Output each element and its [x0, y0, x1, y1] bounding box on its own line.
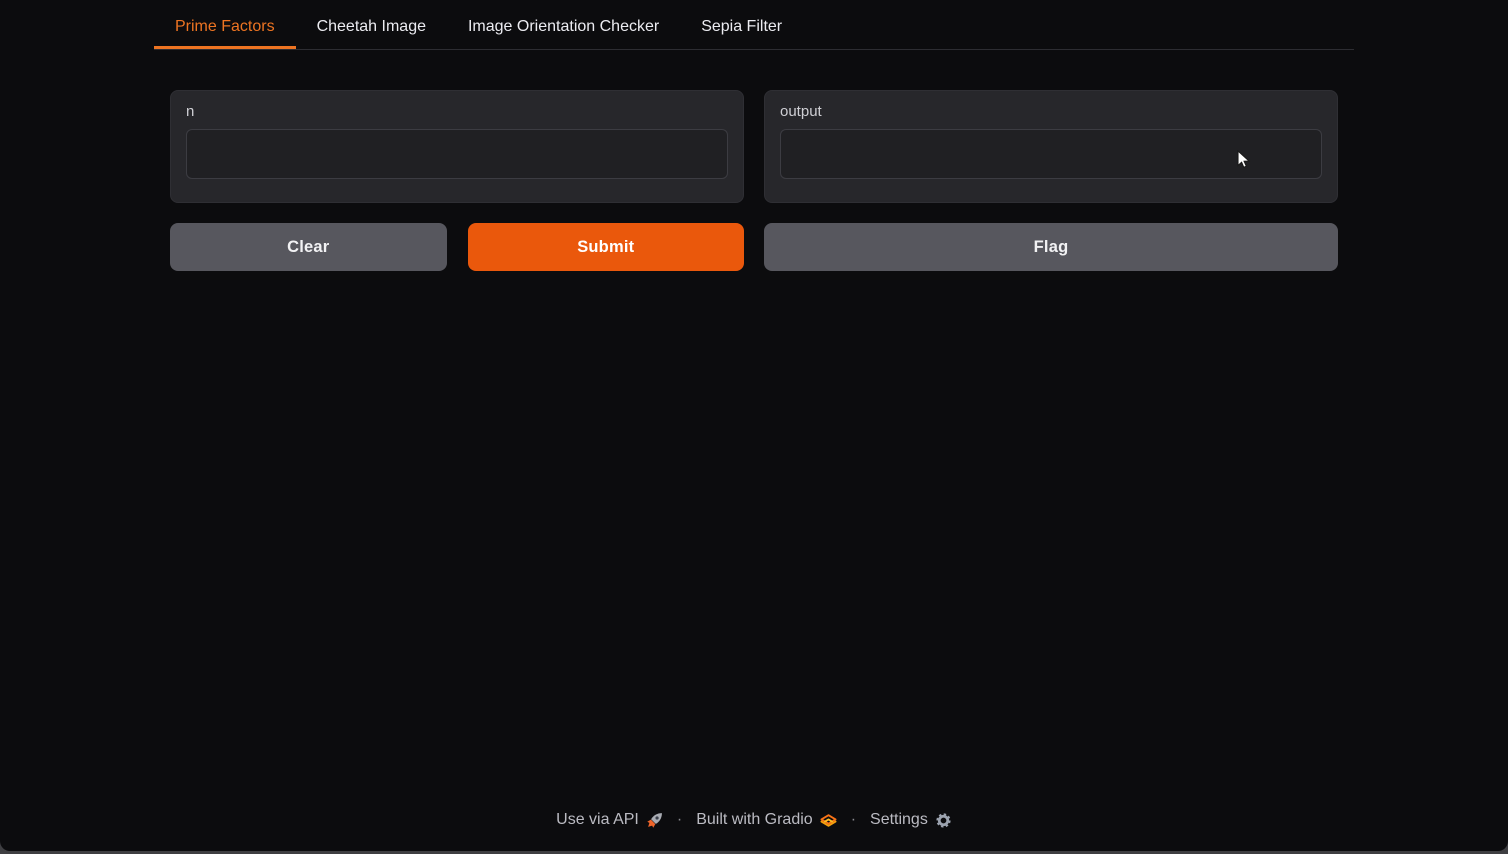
built-with-gradio-link[interactable]: Built with Gradio: [696, 811, 837, 829]
n-field-label: n: [186, 103, 728, 120]
input-panel-n: n: [170, 90, 744, 203]
use-via-api-link[interactable]: Use via API: [556, 811, 663, 829]
tab-bar: Prime Factors Cheetah Image Image Orient…: [154, 0, 1354, 50]
settings-link[interactable]: Settings: [870, 811, 952, 829]
built-with-gradio-label: Built with Gradio: [696, 811, 813, 829]
use-via-api-label: Use via API: [556, 811, 639, 829]
output-textbox[interactable]: [780, 129, 1322, 179]
footer-separator: ·: [673, 811, 686, 829]
tab-prime-factors[interactable]: Prime Factors: [154, 7, 296, 49]
flag-button[interactable]: Flag: [764, 223, 1338, 271]
clear-button[interactable]: Clear: [170, 223, 447, 271]
tab-panel-prime-factors: n output Clear Submit Flag: [154, 90, 1354, 271]
tab-cheetah-image[interactable]: Cheetah Image: [296, 7, 447, 49]
footer-separator: ·: [847, 811, 860, 829]
gear-icon: [935, 812, 952, 829]
footer: Use via API · Built with Gradio · Settin…: [0, 811, 1508, 851]
tab-sepia-filter[interactable]: Sepia Filter: [680, 7, 803, 49]
output-field-label: output: [780, 103, 1322, 120]
gradio-logo-icon: [820, 812, 837, 829]
settings-label: Settings: [870, 811, 928, 829]
output-panel: output: [764, 90, 1338, 203]
tab-image-orientation-checker[interactable]: Image Orientation Checker: [447, 7, 680, 49]
n-input[interactable]: [186, 129, 728, 179]
gradio-app-window: Prime Factors Cheetah Image Image Orient…: [0, 0, 1508, 851]
rocket-icon: [646, 812, 663, 829]
submit-button[interactable]: Submit: [468, 223, 745, 271]
